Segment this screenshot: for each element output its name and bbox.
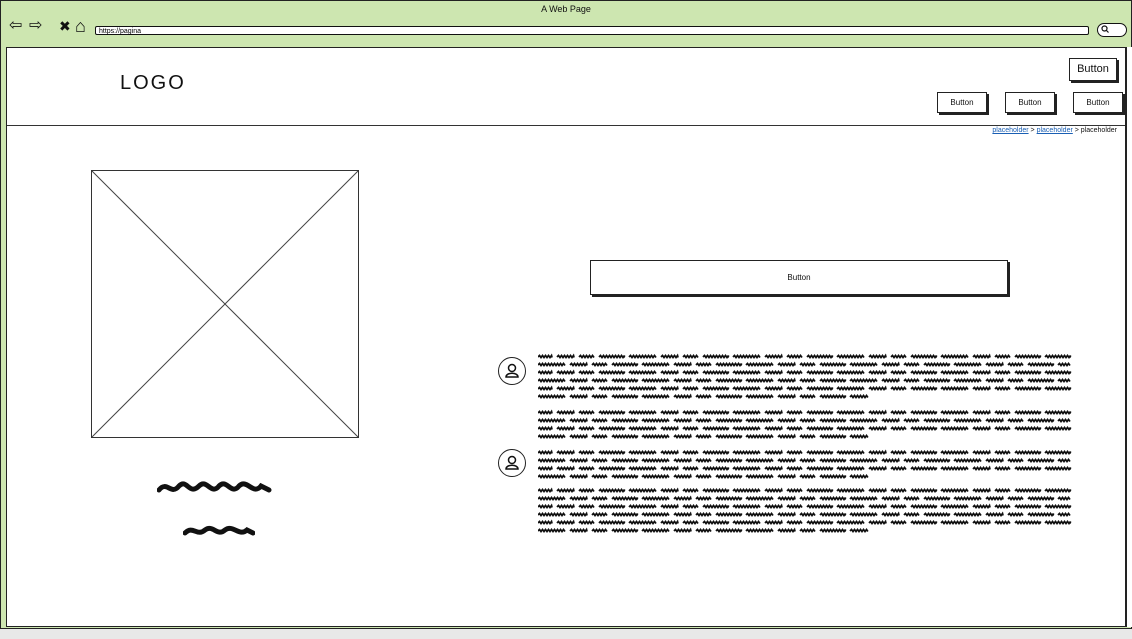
comment-text-scribble-2 (538, 409, 1072, 439)
home-icon[interactable]: ⌂ (75, 17, 86, 35)
breadcrumb-link-1[interactable]: placeholder (992, 127, 1028, 134)
window-bottom-bar (0, 628, 1132, 639)
title-scribble (157, 481, 272, 493)
user-icon (505, 363, 519, 378)
breadcrumb-link-2[interactable]: placeholder (1037, 127, 1073, 134)
comment-avatar-1 (498, 357, 526, 385)
image-placeholder (91, 170, 359, 438)
page-content: LOGO Button Button Button Button placeho… (6, 47, 1126, 627)
breadcrumb-separator: > (1030, 127, 1035, 134)
header-top-button[interactable]: Button (1069, 58, 1117, 81)
action-button[interactable]: Button (590, 260, 1008, 295)
forward-icon[interactable]: ⇨ (29, 18, 42, 34)
page-scrollbar[interactable] (1126, 47, 1132, 627)
breadcrumb-current: placeholder (1080, 127, 1117, 134)
logo: LOGO (120, 72, 186, 94)
nav-button-2[interactable]: Button (1005, 92, 1055, 113)
close-icon[interactable]: ✖ (59, 18, 71, 34)
back-icon[interactable]: ⇦ (9, 18, 22, 34)
search-icon (1101, 24, 1109, 36)
breadcrumb: placeholder > placeholder > placeholder (992, 127, 1117, 134)
url-input[interactable]: https://pagina (95, 26, 1089, 35)
comment-text-scribble-3 (538, 449, 1072, 479)
window-title: A Web Page (541, 4, 591, 14)
header-divider (7, 125, 1125, 126)
search-button[interactable] (1097, 23, 1127, 37)
nav-button-1[interactable]: Button (937, 92, 987, 113)
subtitle-scribble (183, 525, 255, 536)
comment-text-scribble-1 (538, 353, 1072, 399)
comment-avatar-2 (498, 449, 526, 477)
comment-text-scribble-4 (538, 487, 1072, 533)
breadcrumb-separator: > (1074, 127, 1079, 134)
user-icon (505, 455, 519, 470)
nav-button-3[interactable]: Button (1073, 92, 1123, 113)
